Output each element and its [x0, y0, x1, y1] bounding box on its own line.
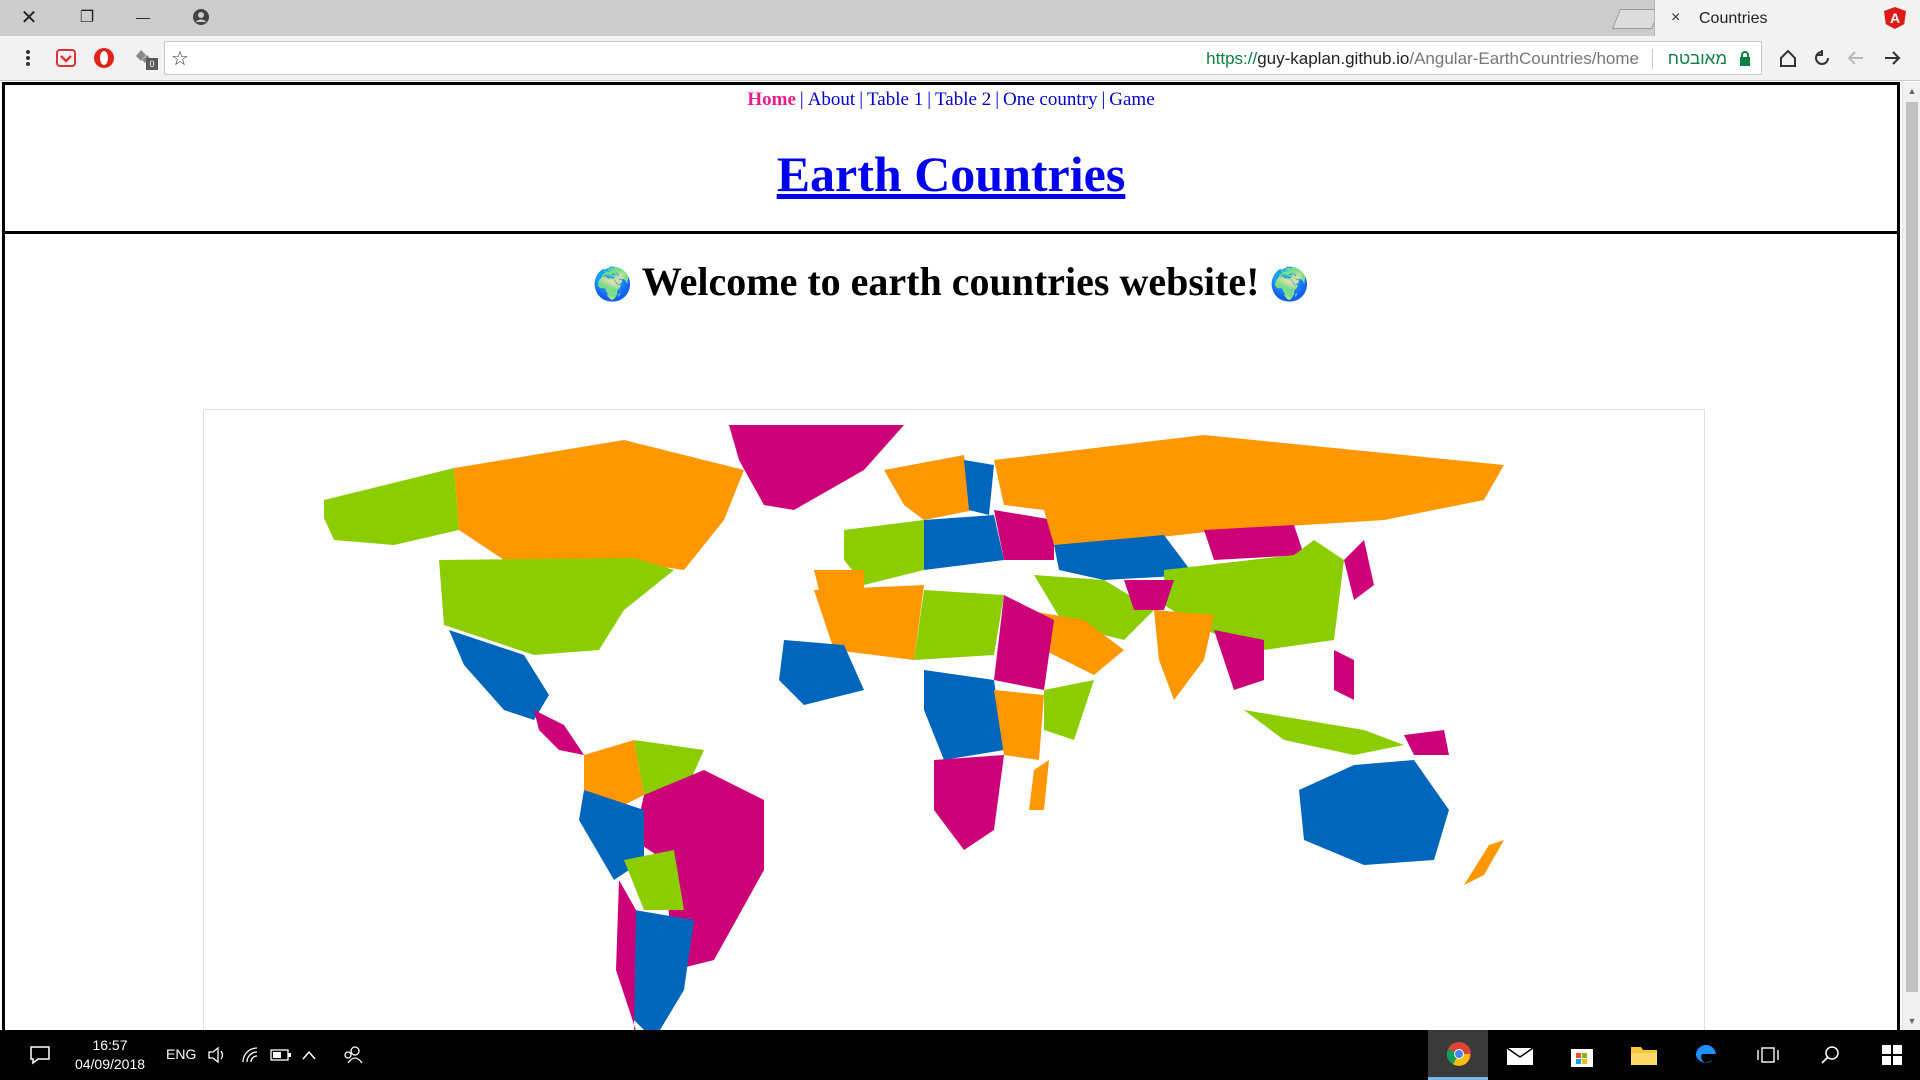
map-region-japan[interactable] — [1344, 540, 1374, 600]
nav-one-country-link[interactable]: One country — [1003, 89, 1097, 110]
clock-date: 04/09/2018 — [74, 1056, 146, 1072]
map-region-new-zealand[interactable] — [1464, 840, 1504, 885]
opera-icon[interactable] — [90, 44, 118, 72]
map-region-alaska[interactable] — [324, 468, 459, 545]
windows-taskbar: 16:57 04/09/2018 ENG — [0, 1030, 1920, 1080]
map-region-central-africa[interactable] — [924, 670, 1004, 760]
map-region-greenland[interactable] — [729, 425, 904, 510]
main-nav: Home | About | Table 1 | Table 2 | One country | G… — [5, 89, 1897, 111]
taskbar-clock[interactable]: 16:57 04/09/2018 — [60, 1036, 160, 1074]
tab-countries[interactable]: × Countries A — [1654, 0, 1920, 36]
map-region-papua[interactable] — [1404, 730, 1449, 755]
language-indicator[interactable]: ENG — [166, 1046, 196, 1062]
map-region-north-africa-east[interactable] — [914, 590, 1004, 660]
globe-icon: 🌍 — [592, 266, 633, 302]
tab-strip: ✕ ❐ — × Countries A — [0, 0, 1920, 36]
file-explorer-icon[interactable] — [1624, 1030, 1664, 1080]
page-viewport: Home | About | Table 1 | Table 2 | One country | G… — [0, 82, 1902, 1030]
action-center-icon[interactable] — [20, 1030, 60, 1080]
site-title-link[interactable]: Earth Countries — [777, 146, 1126, 202]
scroll-down-arrow-icon[interactable]: ▼ — [1903, 1012, 1920, 1030]
browser-toolbar: 0 ☆ https://guy-kaplan.github.io/Angular… — [0, 36, 1920, 81]
forward-icon[interactable] — [1878, 44, 1906, 72]
window-minimize-button[interactable]: — — [118, 0, 168, 34]
map-region-argentina[interactable] — [634, 910, 694, 1030]
scroll-up-arrow-icon[interactable]: ▲ — [1903, 82, 1920, 100]
nav-separator: | — [859, 89, 864, 110]
map-region-central-america[interactable] — [534, 710, 584, 755]
map-region-southeast-asia[interactable] — [1214, 630, 1264, 690]
map-region-philippines[interactable] — [1334, 650, 1354, 700]
nav-home-link[interactable]: Home — [747, 89, 796, 110]
nav-about-link[interactable]: About — [808, 89, 856, 110]
map-region-central-europe[interactable] — [924, 515, 1004, 570]
map-region-bolivia[interactable] — [624, 850, 684, 910]
nav-separator: | — [927, 89, 932, 110]
pocket-icon[interactable] — [52, 44, 80, 72]
world-map[interactable] — [204, 410, 1704, 1030]
nav-separator: | — [799, 89, 804, 110]
map-region-india[interactable] — [1154, 610, 1214, 700]
profile-button[interactable] — [176, 0, 226, 34]
edge-icon[interactable] — [1686, 1030, 1726, 1080]
extension-badge: 0 — [146, 58, 158, 70]
people-icon[interactable] — [338, 1030, 368, 1080]
taskbar-chrome-button[interactable] — [1428, 1030, 1488, 1080]
map-region-mongolia[interactable] — [1204, 525, 1304, 560]
tab-close-icon[interactable]: × — [1671, 9, 1680, 27]
map-region-madagascar[interactable] — [1029, 760, 1049, 810]
wifi-icon[interactable] — [238, 1030, 264, 1080]
profile-icon — [193, 9, 209, 25]
window-close-button[interactable]: ✕ — [4, 0, 54, 34]
map-region-canada[interactable] — [454, 440, 744, 570]
tab-title: Countries — [1699, 10, 1768, 27]
task-view-icon[interactable] — [1748, 1030, 1788, 1080]
map-region-australia[interactable] — [1299, 760, 1449, 865]
map-region-eastern-europe[interactable] — [994, 510, 1054, 560]
lock-icon[interactable] — [1739, 51, 1751, 66]
nav-separator: | — [995, 89, 1000, 110]
secure-divider — [1652, 49, 1653, 69]
search-icon[interactable] — [1810, 1030, 1850, 1080]
nav-table2-link[interactable]: Table 2 — [935, 89, 991, 110]
map-region-horn-africa[interactable] — [1044, 680, 1094, 740]
angular-favicon-icon: A — [1884, 7, 1906, 29]
map-region-indonesia[interactable] — [1244, 710, 1404, 755]
globe-icon: 🌍 — [1269, 266, 1310, 302]
site-header: Home | About | Table 1 | Table 2 | One country | G… — [2, 82, 1900, 234]
new-tab-button[interactable] — [1611, 9, 1661, 29]
page-scrollbar[interactable]: ▲ ▼ — [1902, 82, 1920, 1030]
volume-icon[interactable] — [204, 1030, 230, 1080]
chrome-icon — [1446, 1042, 1471, 1066]
nav-separator: | — [1101, 89, 1106, 110]
battery-icon[interactable] — [268, 1030, 294, 1080]
url-text[interactable]: https://guy-kaplan.github.io/Angular-Ear… — [1206, 49, 1639, 69]
back-icon[interactable] — [1842, 44, 1870, 72]
scroll-thumb[interactable] — [1906, 102, 1918, 992]
windows-start-icon[interactable] — [1872, 1030, 1912, 1080]
world-map-container — [203, 409, 1705, 1030]
reload-icon[interactable] — [1808, 44, 1836, 72]
show-hidden-icons-icon[interactable] — [296, 1030, 322, 1080]
welcome-text: Welcome to earth countries website! — [641, 259, 1260, 304]
address-bar[interactable]: ☆ https://guy-kaplan.github.io/Angular-E… — [164, 41, 1762, 75]
secure-label[interactable]: מאובטח — [1668, 49, 1727, 69]
extension-icon[interactable]: 0 — [130, 44, 158, 72]
nav-game-link[interactable]: Game — [1109, 89, 1154, 110]
map-region-egypt-sudan[interactable] — [994, 595, 1054, 690]
window-restore-button[interactable]: ❐ — [62, 0, 112, 34]
menu-icon[interactable] — [14, 44, 42, 72]
home-icon[interactable] — [1774, 44, 1802, 72]
nav-table1-link[interactable]: Table 1 — [867, 89, 923, 110]
mail-icon[interactable] — [1500, 1030, 1540, 1080]
map-region-scandinavia[interactable] — [884, 455, 974, 520]
home-content: 🌍 Welcome to earth countries website! 🌍 — [2, 234, 1900, 1030]
star-icon[interactable]: ☆ — [171, 46, 189, 71]
clock-time: 16:57 — [92, 1037, 128, 1053]
site-title: Earth Countries — [5, 145, 1897, 203]
welcome-heading: 🌍 Welcome to earth countries website! 🌍 — [5, 258, 1897, 305]
map-region-southern-africa[interactable] — [934, 755, 1004, 850]
store-icon[interactable] — [1562, 1030, 1602, 1080]
